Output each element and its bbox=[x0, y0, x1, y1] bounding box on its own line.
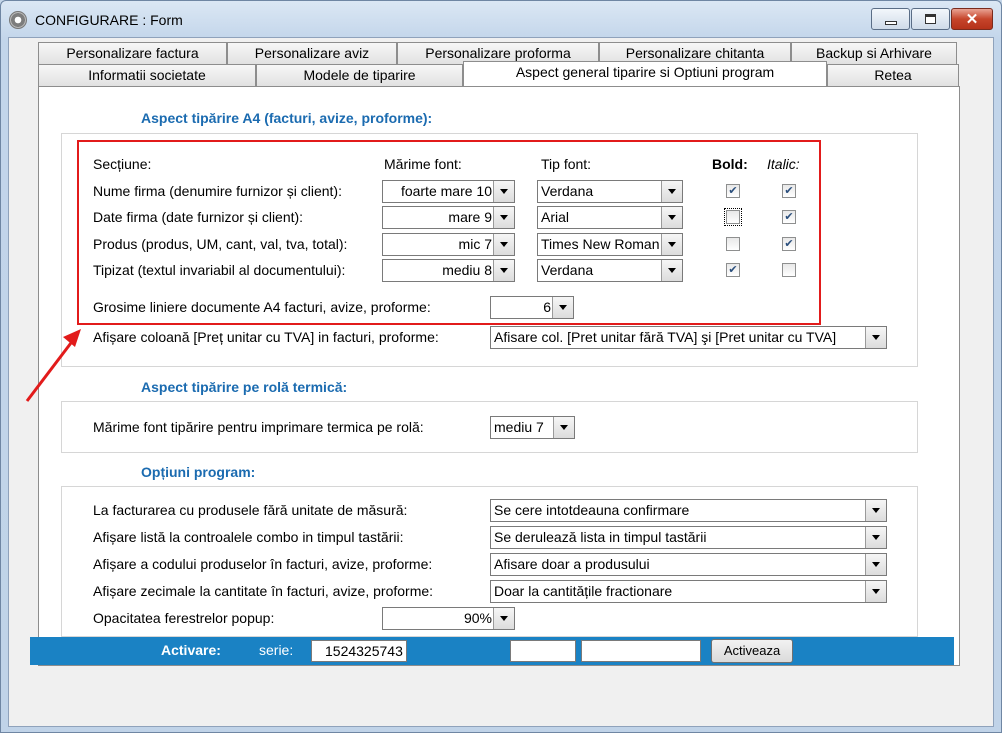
option-select[interactable]: Doar la cantitățile fractionare bbox=[490, 580, 887, 603]
tab-informatii-societate[interactable]: Informatii societate bbox=[38, 64, 256, 86]
option-label: Afișare listă la controalele combo in ti… bbox=[93, 529, 404, 545]
annotation-arrow-icon bbox=[25, 329, 81, 402]
serie-label: serie: bbox=[259, 642, 294, 658]
activeaza-button[interactable]: Activeaza bbox=[711, 639, 793, 663]
dropdown-arrow-icon[interactable] bbox=[865, 554, 886, 575]
option-select[interactable]: Se cere intotdeauna confirmare bbox=[490, 499, 887, 522]
minimize-button[interactable] bbox=[871, 8, 910, 30]
tab-aspect-general[interactable]: Aspect general tiparire si Optiuni progr… bbox=[463, 61, 827, 86]
dropdown-arrow-icon[interactable] bbox=[865, 527, 886, 548]
tab-personalizare-aviz[interactable]: Personalizare aviz bbox=[227, 42, 397, 64]
configurare-window: CONFIGURARE : Form ✕ Personalizare factu… bbox=[0, 0, 1002, 733]
dropdown-arrow-icon[interactable] bbox=[493, 608, 514, 629]
highlight-box bbox=[77, 140, 821, 325]
dropdown-arrow-icon[interactable] bbox=[865, 327, 886, 348]
option-select[interactable]: Afisare doar a produsului bbox=[490, 553, 887, 576]
activation-label: Activare: bbox=[161, 642, 221, 658]
thermal-font-label: Mărime font tipărire pentru imprimare te… bbox=[93, 419, 424, 435]
a4-section-title: Aspect tipărire A4 (facturi, avize, prof… bbox=[141, 110, 433, 126]
column-display-label: Afișare coloană [Preț unitar cu TVA] in … bbox=[93, 329, 439, 345]
maximize-button[interactable] bbox=[911, 8, 950, 30]
tab-personalizare-factura[interactable]: Personalizare factura bbox=[38, 42, 227, 64]
dropdown-arrow-icon[interactable] bbox=[865, 581, 886, 602]
thermal-font-select[interactable]: mediu 7 bbox=[490, 416, 575, 439]
maximize-icon bbox=[925, 14, 936, 24]
option-select[interactable]: Se derulează lista in timpul tastării bbox=[490, 526, 887, 549]
app-gear-icon[interactable] bbox=[9, 11, 27, 29]
column-display-select[interactable]: Afisare col. [Pret unitar fără TVA] şi [… bbox=[490, 326, 887, 349]
activation-field-3[interactable] bbox=[581, 640, 701, 662]
dropdown-arrow-icon[interactable] bbox=[553, 417, 574, 438]
window-title: CONFIGURARE : Form bbox=[35, 12, 183, 28]
title-bar[interactable]: CONFIGURARE : Form ✕ bbox=[1, 1, 1001, 37]
options-section-title: Opțiuni program: bbox=[141, 464, 256, 480]
tab-retea[interactable]: Retea bbox=[827, 64, 959, 86]
thermal-section-title: Aspect tipărire pe rolă termică: bbox=[141, 379, 348, 395]
dropdown-arrow-icon[interactable] bbox=[865, 500, 886, 521]
option-label: Afișare zecimale la cantitate în facturi… bbox=[93, 583, 434, 599]
close-icon: ✕ bbox=[965, 10, 979, 28]
option-label: Afișare a codului produselor în facturi,… bbox=[93, 556, 433, 572]
minimize-icon bbox=[884, 21, 897, 25]
serie-input[interactable]: 1524325743 bbox=[311, 640, 407, 662]
tab-modele-tiparire[interactable]: Modele de tiparire bbox=[256, 64, 463, 86]
opacity-label: Opacitatea ferestrelor popup: bbox=[93, 610, 275, 626]
opacity-select[interactable]: 90% bbox=[382, 607, 515, 630]
activation-bar: Activare: serie: 1524325743 Activeaza bbox=[30, 637, 954, 665]
close-button[interactable]: ✕ bbox=[951, 8, 993, 30]
option-label: La facturarea cu produsele fără unitate … bbox=[93, 502, 408, 518]
activation-field-2[interactable] bbox=[510, 640, 576, 662]
